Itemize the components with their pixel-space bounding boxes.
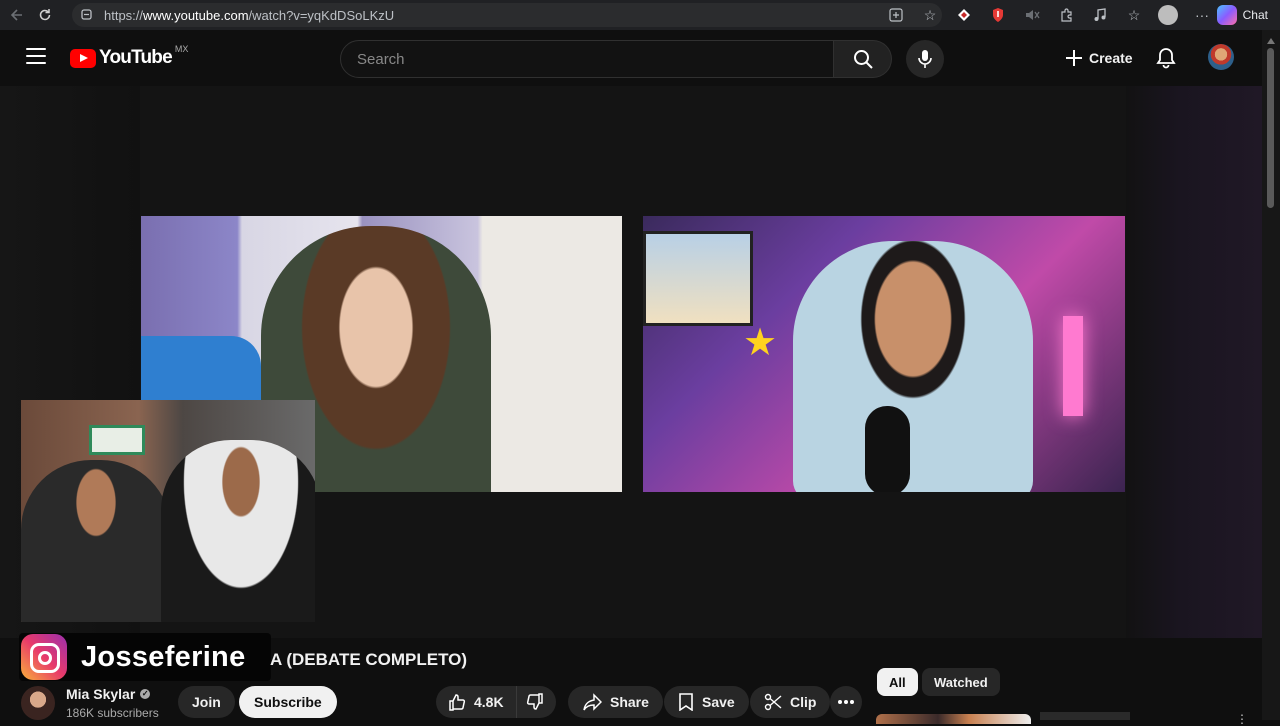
- instagram-icon: [21, 634, 67, 680]
- collections-icon[interactable]: ☆: [1123, 4, 1145, 26]
- more-actions-button[interactable]: [830, 686, 862, 718]
- search-button[interactable]: [834, 40, 892, 78]
- filter-chip-all[interactable]: All: [877, 668, 918, 696]
- voice-search-button[interactable]: [906, 40, 944, 78]
- plus-icon: [1066, 50, 1082, 66]
- video-title: A (DEBATE COMPLETO): [270, 650, 468, 669]
- subscribe-label: Subscribe: [254, 694, 322, 710]
- thumbs-up-icon: [449, 694, 466, 711]
- search-input[interactable]: Search: [340, 40, 834, 78]
- apps-icon[interactable]: [885, 4, 907, 26]
- url-host: www.youtube.com: [143, 7, 249, 23]
- like-count: 4.8K: [474, 694, 504, 710]
- music-icon[interactable]: [1089, 4, 1111, 26]
- more-icon[interactable]: ···: [1191, 4, 1213, 26]
- recommended-more-icon[interactable]: ⋮: [1236, 712, 1248, 726]
- share-button[interactable]: Share: [568, 686, 663, 718]
- webcam-right-monitor: [643, 231, 753, 326]
- chat-label: Chat: [1242, 8, 1268, 22]
- webcam-right-person: [793, 241, 1033, 492]
- extensions-icon[interactable]: [1055, 4, 1077, 26]
- recommended-video-title[interactable]: [1040, 712, 1130, 720]
- reaction-webcam-overlay: [21, 400, 315, 622]
- hamburger-menu-icon[interactable]: [26, 48, 46, 64]
- star-decoration-icon: ★: [743, 322, 778, 364]
- create-button[interactable]: Create: [1055, 40, 1143, 76]
- webcam-right-microphone: [865, 406, 910, 492]
- copilot-icon: [1216, 5, 1237, 25]
- subscriber-count: 186K subscribers: [66, 706, 159, 720]
- youtube-logo[interactable]: YouTube MX: [70, 44, 189, 69]
- clip-button[interactable]: Clip: [750, 686, 831, 718]
- extension-red-icon[interactable]: [987, 4, 1009, 26]
- address-bar[interactable]: https://www.youtube.com/watch?v=yqKdDSoL…: [72, 3, 942, 27]
- favorite-icon[interactable]: ☆: [919, 4, 941, 26]
- exit-sign: [89, 425, 145, 455]
- microphone-icon: [918, 50, 932, 68]
- browser-extension-icons: ☆ ☆ ···: [885, 4, 1213, 26]
- scrollbar-thumb[interactable]: [1267, 48, 1274, 208]
- browser-toolbar: https://www.youtube.com/watch?v=yqKdDSoL…: [0, 0, 1280, 30]
- youtube-play-icon: [70, 48, 96, 68]
- logo-text: YouTube: [99, 47, 173, 68]
- reaction-person-right: [161, 440, 315, 622]
- verified-check-icon: ✓: [140, 689, 151, 699]
- join-label: Join: [192, 694, 221, 710]
- notifications-bell-icon[interactable]: [1152, 44, 1180, 72]
- search-icon: [853, 50, 873, 69]
- youtube-header: YouTube MX Search Create: [0, 30, 1262, 86]
- save-button[interactable]: Save: [664, 686, 749, 718]
- like-dislike-group: 4.8K: [436, 686, 556, 718]
- copilot-chat-button[interactable]: Chat: [1216, 4, 1268, 26]
- subscribe-button[interactable]: Subscribe: [239, 686, 337, 718]
- extension-diamond-icon[interactable]: [953, 4, 975, 26]
- channel-avatar[interactable]: [21, 686, 55, 720]
- more-horizontal-icon: [838, 700, 854, 704]
- scissors-icon: [764, 693, 782, 711]
- bookmark-icon: [679, 693, 693, 711]
- share-label: Share: [610, 694, 649, 710]
- thumbs-down-icon: [526, 693, 543, 710]
- search-placeholder: Search: [357, 50, 405, 68]
- reaction-person-left: [21, 460, 171, 622]
- save-label: Save: [702, 694, 735, 710]
- filter-chip-watched[interactable]: Watched: [922, 668, 1000, 696]
- instagram-handle-overlay: Josseferine: [19, 633, 271, 681]
- like-button[interactable]: 4.8K: [436, 686, 517, 718]
- profile-icon[interactable]: [1157, 4, 1179, 26]
- create-label: Create: [1089, 50, 1133, 66]
- clip-label: Clip: [790, 694, 817, 710]
- region-code: MX: [174, 44, 189, 54]
- scroll-up-arrow-icon[interactable]: [1267, 38, 1275, 44]
- recommended-video-thumbnail[interactable]: [876, 714, 1031, 724]
- back-icon[interactable]: [6, 4, 28, 26]
- dislike-button[interactable]: [517, 686, 553, 718]
- channel-name-link[interactable]: Mia Skylar ✓: [66, 686, 151, 702]
- account-avatar[interactable]: [1208, 44, 1234, 70]
- page-scrollbar[interactable]: [1262, 30, 1280, 720]
- url-path: /watch?v=yqKdDSoLKzU: [248, 7, 395, 23]
- url-info-icon[interactable]: [80, 8, 94, 22]
- refresh-icon[interactable]: [34, 4, 56, 26]
- share-icon: [583, 693, 602, 711]
- neon-light: [1063, 316, 1083, 416]
- video-webcam-right: ★: [643, 216, 1125, 492]
- mute-icon[interactable]: [1021, 4, 1043, 26]
- url-prefix: https://: [104, 7, 144, 23]
- instagram-handle: Josseferine: [81, 640, 246, 673]
- join-button[interactable]: Join: [178, 686, 235, 718]
- channel-name: Mia Skylar: [66, 686, 136, 702]
